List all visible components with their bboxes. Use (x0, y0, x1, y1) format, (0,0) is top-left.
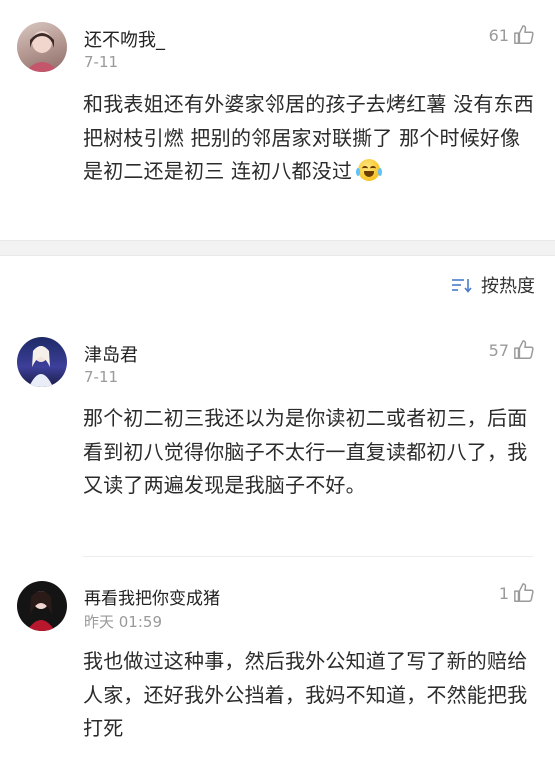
like-button[interactable]: 61 (489, 24, 535, 46)
comment-text: 我也做过这种事，然后我外公知道了写了新的赔给人家，还好我外公挡着，我妈不知道，不… (83, 649, 528, 740)
sort-label: 按热度 (481, 276, 535, 297)
avatar[interactable] (17, 581, 67, 631)
avatar-portrait-icon (27, 591, 55, 631)
thumbs-up-icon (514, 25, 534, 44)
like-count: 57 (488, 340, 509, 360)
thumbs-up-icon (514, 340, 534, 359)
comment-text: 那个初二初三我还以为是你读初二或者初三，后面看到初八觉得你脑子不太行一直复读都初… (83, 406, 528, 497)
thumbs-up-icon (514, 583, 534, 602)
comment-text: 和我表姐还有外婆家邻居的孩子去烤红薯 没有东西把树枝引燃 把别的邻居家对联撕了 … (83, 88, 535, 189)
comment-text-content: 和我表姐还有外婆家邻居的孩子去烤红薯 没有东西把树枝引燃 把别的邻居家对联撕了 … (83, 92, 534, 183)
comment-date: 7-11 (84, 53, 119, 71)
avatar-portrait-icon (25, 31, 59, 72)
avatar[interactable] (17, 337, 67, 387)
avatar[interactable] (17, 22, 67, 72)
like-button[interactable]: 57 (489, 339, 535, 361)
username[interactable]: 还不吻我_ (84, 26, 165, 52)
comment-date: 7-11 (84, 368, 119, 386)
section-separator (0, 240, 555, 256)
username[interactable]: 再看我把你变成猪 (84, 584, 220, 609)
like-button[interactable]: 1 (499, 582, 535, 604)
sort-toggle[interactable]: 按热度 (451, 272, 535, 298)
laughing-crying-emoji-icon (356, 159, 383, 181)
like-count: 1 (498, 583, 509, 603)
comment-date: 昨天 01:59 (84, 613, 162, 631)
sort-icon (452, 279, 472, 293)
like-count: 61 (488, 25, 509, 45)
avatar-portrait-icon (29, 346, 53, 387)
comment-divider (83, 556, 533, 557)
username[interactable]: 津岛君 (84, 341, 138, 367)
